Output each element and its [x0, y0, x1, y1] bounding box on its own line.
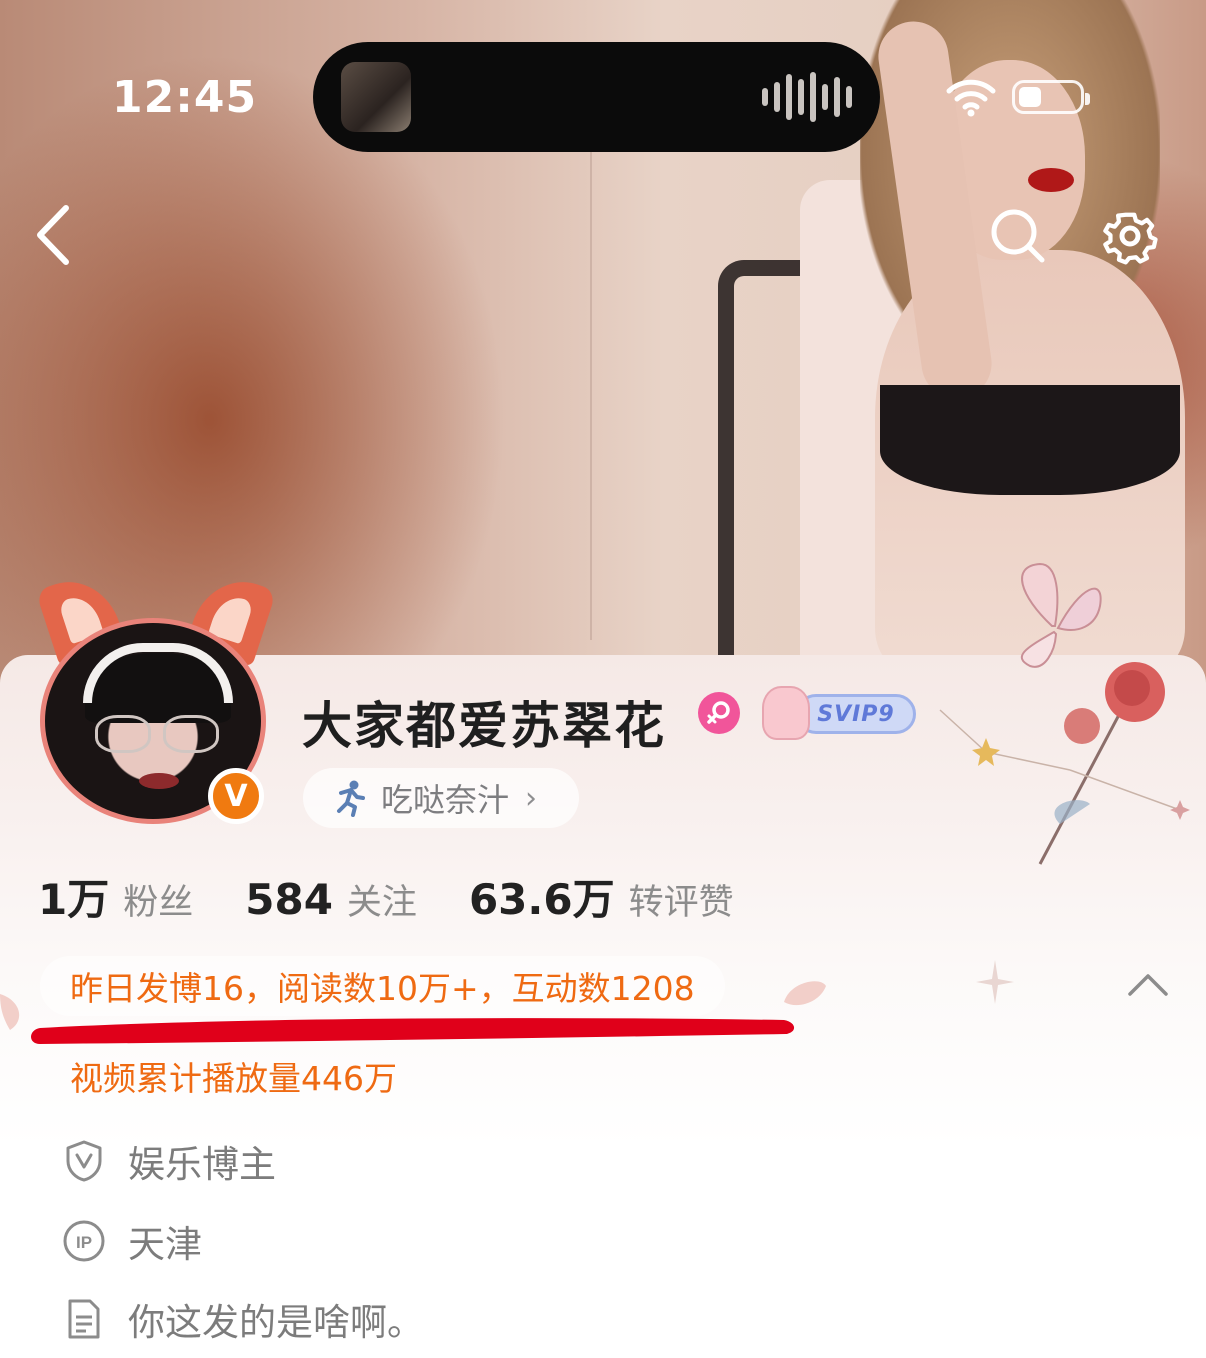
back-icon[interactable] — [30, 200, 80, 270]
female-icon — [698, 692, 740, 734]
verified-badge-icon: V — [208, 768, 264, 824]
info-bio-text: 你这发的是啥啊。 — [128, 1301, 424, 1344]
now-playing-artwork — [341, 62, 411, 132]
cover-chair — [718, 260, 804, 692]
avatar-glasses-left — [95, 715, 151, 753]
video-play-summary[interactable]: 视频累计播放量446万 — [70, 1052, 397, 1100]
svip-label: SVIP9 — [796, 694, 916, 734]
status-chip[interactable]: 吃哒奈汁 › — [303, 768, 579, 828]
info-row-category[interactable]: 娱乐博主 — [62, 1134, 276, 1188]
stat-value: 1万 — [38, 875, 110, 924]
cover-figure-lips — [1028, 168, 1074, 192]
constellation-decoration — [939, 709, 1190, 820]
status-chip-label: 吃哒奈汁 — [381, 781, 510, 819]
document-icon — [68, 1299, 100, 1339]
dynamic-island[interactable] — [313, 42, 880, 152]
avatar-glasses-right — [163, 715, 219, 753]
search-icon[interactable] — [988, 206, 1048, 266]
stat-value: 584 — [245, 875, 333, 924]
stat-label: 粉丝 — [123, 883, 194, 923]
petal-decoration — [784, 981, 826, 1006]
cover-wall-line — [590, 120, 592, 640]
avatar[interactable]: V — [35, 569, 277, 828]
svip-badge[interactable]: SVIP9 — [762, 686, 918, 740]
battery-icon — [1012, 80, 1090, 114]
sparkle-decoration — [976, 960, 1014, 1004]
stat-label: 关注 — [346, 883, 417, 923]
petal-decoration-left — [0, 994, 20, 1030]
yesterday-summary[interactable]: 昨日发博16，阅读数10万+，互动数1208 — [40, 956, 725, 1016]
chevron-right-icon: › — [525, 780, 538, 816]
info-category-text: 娱乐博主 — [128, 1143, 276, 1186]
cover-figure-top — [880, 385, 1180, 495]
stat-following[interactable]: 584 关注 — [245, 874, 417, 925]
running-person-icon — [337, 780, 365, 817]
status-time: 12:45 — [112, 72, 258, 123]
svip-mascot-icon — [762, 686, 810, 740]
red-annotation-underline — [31, 1018, 795, 1044]
chevron-up-icon[interactable] — [1124, 966, 1172, 1002]
stat-value: 63.6万 — [468, 875, 615, 924]
gear-icon[interactable] — [1100, 206, 1160, 266]
audio-wave-icon — [762, 72, 852, 122]
stat-label: 转评赞 — [628, 883, 734, 923]
username: 大家都爱苏翠花 — [302, 697, 666, 755]
avatar-headband — [83, 643, 233, 703]
info-row-bio[interactable]: 你这发的是啥啊。 — [62, 1292, 424, 1346]
svg-text:IP: IP — [76, 1233, 92, 1252]
shield-v-icon — [66, 1140, 102, 1182]
info-ip-text: 天津 — [128, 1223, 202, 1266]
profile-stats: 1万 粉丝 584 关注 63.6万 转评赞 — [38, 866, 786, 927]
info-row-ip[interactable]: IP 天津 — [62, 1214, 202, 1268]
wifi-icon — [946, 79, 996, 117]
stat-followers[interactable]: 1万 粉丝 — [38, 866, 193, 927]
stat-interactions[interactable]: 63.6万 转评赞 — [469, 866, 734, 927]
avatar-lips — [139, 773, 179, 789]
ip-icon: IP — [63, 1220, 105, 1262]
